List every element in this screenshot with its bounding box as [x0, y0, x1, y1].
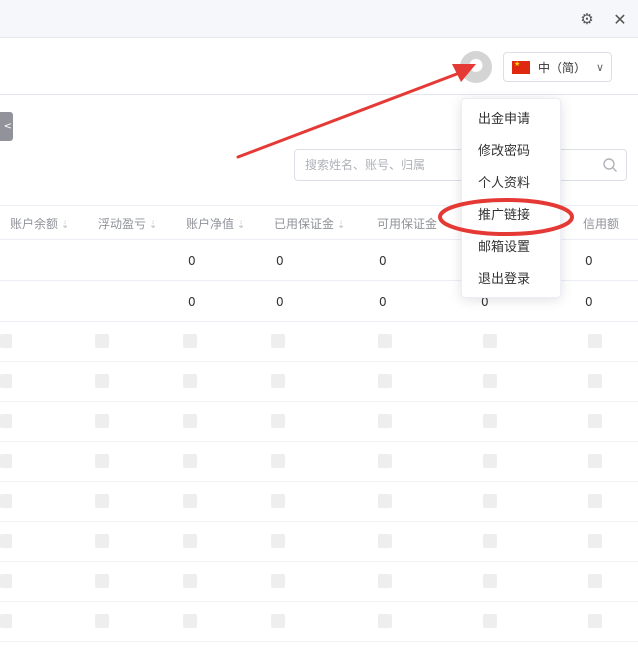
blur-placeholder	[588, 614, 602, 628]
avatar[interactable]	[460, 51, 492, 83]
table-cell: 0	[276, 295, 284, 309]
blur-placeholder	[95, 574, 109, 588]
blur-placeholder	[378, 414, 392, 428]
blur-placeholder	[378, 534, 392, 548]
blur-placeholder	[271, 414, 285, 428]
column-header[interactable]: 可用保证金	[377, 215, 437, 232]
column-header[interactable]: 信用额	[583, 215, 619, 232]
blur-placeholder	[0, 534, 12, 548]
close-icon[interactable]: ✕	[610, 9, 630, 29]
column-header[interactable]: 浮动盈亏 ⇣	[98, 215, 157, 232]
menu-item-change-password[interactable]: 修改密码	[462, 136, 560, 168]
blur-placeholder	[183, 574, 197, 588]
blur-placeholder	[95, 334, 109, 348]
table-cell: 0	[379, 254, 387, 268]
collapse-button[interactable]: <	[0, 112, 13, 141]
chevron-down-icon: ∨	[596, 60, 605, 74]
blur-placeholder	[483, 414, 497, 428]
blur-placeholder	[588, 334, 602, 348]
app-header: 中（简） ∨	[0, 39, 638, 95]
menu-item-referral-link[interactable]: 推广链接	[462, 200, 560, 232]
blur-placeholder	[0, 614, 12, 628]
blur-placeholder	[95, 414, 109, 428]
blur-placeholder	[378, 574, 392, 588]
blur-placeholder	[271, 334, 285, 348]
blur-placeholder	[95, 614, 109, 628]
blur-placeholder	[0, 374, 12, 388]
blur-placeholder	[483, 334, 497, 348]
blurred-rows	[0, 322, 638, 642]
blur-placeholder	[483, 494, 497, 508]
blur-placeholder	[183, 334, 197, 348]
table-cell: 0	[188, 254, 196, 268]
menu-item-logout[interactable]: 退出登录	[462, 264, 560, 296]
blur-placeholder	[483, 614, 497, 628]
blurred-row	[0, 482, 638, 522]
blur-placeholder	[378, 334, 392, 348]
blur-placeholder	[183, 614, 197, 628]
blur-placeholder	[378, 374, 392, 388]
blur-placeholder	[183, 534, 197, 548]
blur-placeholder	[183, 494, 197, 508]
blur-placeholder	[271, 534, 285, 548]
blurred-row	[0, 602, 638, 642]
blur-placeholder	[588, 494, 602, 508]
blur-placeholder	[378, 454, 392, 468]
blur-placeholder	[271, 454, 285, 468]
blur-placeholder	[95, 494, 109, 508]
gear-icon[interactable]: ⚙	[577, 9, 597, 29]
blur-placeholder	[483, 374, 497, 388]
blur-placeholder	[378, 614, 392, 628]
language-selector[interactable]: 中（简） ∨	[503, 52, 612, 82]
blurred-row	[0, 402, 638, 442]
user-dropdown-menu: 出金申请 修改密码 个人资料 推广链接 邮箱设置 退出登录	[461, 98, 561, 298]
blurred-row	[0, 522, 638, 562]
blur-placeholder	[588, 534, 602, 548]
blur-placeholder	[588, 374, 602, 388]
blur-placeholder	[183, 414, 197, 428]
blur-placeholder	[0, 494, 12, 508]
blurred-row	[0, 322, 638, 362]
menu-item-withdrawal[interactable]: 出金申请	[462, 104, 560, 136]
column-header[interactable]: 账户净值 ⇣	[186, 215, 245, 232]
menu-item-profile[interactable]: 个人资料	[462, 168, 560, 200]
blur-placeholder	[95, 454, 109, 468]
column-header[interactable]: 已用保证金 ⇣	[274, 215, 345, 232]
blur-placeholder	[95, 534, 109, 548]
china-flag-icon	[512, 59, 530, 74]
blur-placeholder	[0, 574, 12, 588]
blur-placeholder	[588, 454, 602, 468]
blur-placeholder	[0, 454, 12, 468]
column-header[interactable]: 账户余额 ⇣	[10, 215, 69, 232]
table-cell: 0	[585, 295, 593, 309]
blur-placeholder	[0, 414, 12, 428]
blur-placeholder	[271, 374, 285, 388]
search-icon[interactable]	[602, 157, 618, 173]
blur-placeholder	[183, 374, 197, 388]
blur-placeholder	[483, 454, 497, 468]
table-cell: 0	[379, 295, 387, 309]
blurred-row	[0, 362, 638, 402]
blur-placeholder	[483, 534, 497, 548]
menu-item-email-settings[interactable]: 邮箱设置	[462, 232, 560, 264]
app-window: ⚙ ✕ 中（简） ∨ < 账户余额⇣ 浮动盈亏⇣ 账户净值⇣ 已用保证金⇣ 可用…	[0, 0, 638, 668]
language-label: 中（简）	[538, 60, 587, 75]
blur-placeholder	[271, 494, 285, 508]
blur-placeholder	[378, 494, 392, 508]
blur-placeholder	[271, 574, 285, 588]
title-bar: ⚙ ✕	[0, 0, 638, 38]
blur-placeholder	[483, 574, 497, 588]
blur-placeholder	[0, 334, 12, 348]
table-cell: 0	[188, 295, 196, 309]
blurred-row	[0, 442, 638, 482]
blur-placeholder	[588, 574, 602, 588]
blur-placeholder	[271, 614, 285, 628]
table-cell: 0	[585, 254, 593, 268]
blur-placeholder	[588, 414, 602, 428]
blurred-row	[0, 562, 638, 602]
table-cell: 0	[276, 254, 284, 268]
blur-placeholder	[95, 374, 109, 388]
blur-placeholder	[183, 454, 197, 468]
